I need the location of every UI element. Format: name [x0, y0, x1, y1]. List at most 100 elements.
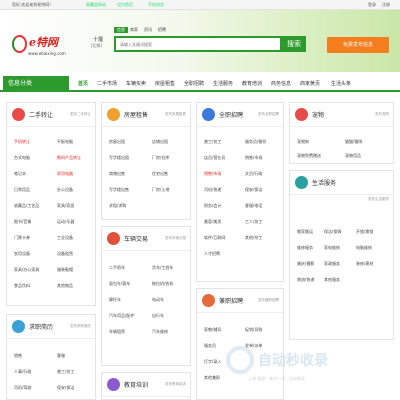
list-item[interactable]: 婚庆/摄影	[297, 261, 314, 267]
list-item[interactable]: 家电维修	[324, 245, 340, 251]
list-item[interactable]: 物流/快递	[297, 277, 314, 283]
nav-item-secondhand[interactable]: 二手市场	[97, 80, 117, 87]
post-house-link[interactable]: 发布房屋租售	[165, 112, 186, 117]
list-item[interactable]: 台式电脑	[14, 155, 30, 161]
list-item[interactable]: 求租/求购	[109, 203, 126, 209]
list-item[interactable]: 运动/乐器	[57, 219, 74, 225]
list-item[interactable]: 司机/快递	[204, 187, 221, 193]
list-item[interactable]: 其他/杂工	[245, 235, 262, 241]
card-title[interactable]: 宠物	[312, 110, 324, 119]
list-item[interactable]: 软件/互联网	[204, 235, 225, 241]
list-item[interactable]: 普工/技工	[204, 139, 221, 145]
card-title[interactable]: 二手转让	[29, 110, 53, 119]
card-title[interactable]: 生活服务	[312, 178, 336, 187]
list-item[interactable]: 家具/办公家具	[14, 267, 39, 273]
list-item[interactable]: 厂房/土地	[152, 187, 169, 193]
list-item[interactable]: 普工/技工	[57, 369, 74, 375]
list-item[interactable]: 手机转让	[14, 139, 30, 145]
list-item[interactable]: 服装鞋帽	[57, 267, 73, 273]
register-link[interactable]: 注册	[382, 2, 390, 8]
nav-item-business[interactable]: 商务信息	[271, 80, 291, 87]
list-item[interactable]: 日常用品	[14, 187, 30, 193]
search-button[interactable]: 搜索	[282, 36, 306, 52]
list-item[interactable]: 商铺出售	[109, 171, 125, 177]
list-item[interactable]: 写字楼出租	[109, 155, 129, 161]
list-item[interactable]: 拖拉机/农机	[152, 281, 173, 287]
list-item[interactable]: 保安/保洁	[57, 385, 74, 391]
list-item[interactable]: 其他物品	[57, 283, 73, 289]
card-title[interactable]: 求职简历	[29, 322, 53, 331]
card-title[interactable]: 兼职招聘	[219, 296, 243, 305]
list-item[interactable]: 搬家搬运	[297, 229, 313, 235]
list-item[interactable]: 促销/导购	[245, 327, 262, 333]
city-switch-link[interactable]: [切换]	[91, 43, 102, 49]
list-item[interactable]: 图书/音像	[14, 219, 31, 225]
list-item[interactable]: 货车/工程车	[152, 265, 173, 271]
list-item[interactable]: 财务/会计	[204, 203, 221, 209]
list-item[interactable]: 维修服务	[297, 245, 313, 251]
list-item[interactable]: 打字/录入	[204, 359, 221, 365]
list-item[interactable]: 人才招聘	[204, 251, 220, 257]
list-item[interactable]: 汽车用品/配件	[109, 313, 134, 319]
list-item[interactable]: 美容/美发	[204, 219, 221, 225]
list-item[interactable]: 保安/保洁	[245, 187, 262, 193]
list-item[interactable]: 车辆租赁	[109, 329, 125, 335]
list-item[interactable]: 销售/市场	[245, 155, 262, 161]
card-title[interactable]: 教育培训	[124, 380, 148, 389]
post-pet-link[interactable]: 发布宠物	[375, 112, 389, 117]
list-item[interactable]: 数码产品转让	[57, 155, 81, 161]
search-tab-shop[interactable]: 商家	[130, 27, 138, 33]
search-tab-news[interactable]: 资讯	[144, 27, 152, 33]
post-resume-link[interactable]: 发布求职简历	[70, 324, 91, 329]
list-item[interactable]: 食品饮料	[14, 283, 30, 289]
list-item[interactable]: 房屋出租	[109, 139, 125, 145]
list-item[interactable]: 其他兼职	[204, 375, 220, 381]
nav-item-cars[interactable]: 车辆买卖	[126, 80, 146, 87]
post-secondhand-link[interactable]: 发布二手转让	[70, 112, 91, 117]
list-item[interactable]: 服务员/餐饮	[245, 139, 266, 145]
list-item[interactable]: 厂房/仓库	[152, 155, 169, 161]
list-item[interactable]: 农用设备	[14, 251, 30, 257]
list-item[interactable]: 店铺出租	[152, 139, 168, 145]
list-item[interactable]: 宠物免费赠送	[297, 153, 321, 159]
list-item[interactable]: 笔记本	[14, 171, 26, 177]
list-item[interactable]: 文员/行政	[245, 171, 262, 177]
nav-item-house[interactable]: 房屋租售	[155, 80, 175, 87]
list-item[interactable]: 设备租赁	[57, 251, 73, 257]
card-title[interactable]: 车辆交易	[124, 234, 148, 243]
mid-link-homepage[interactable]: 设为首页	[117, 2, 133, 8]
list-item[interactable]: 面包车/客车	[109, 281, 130, 287]
card-title[interactable]: 全职招聘	[219, 110, 243, 119]
post-service-link[interactable]: 发布生活服务	[368, 197, 389, 202]
list-item[interactable]: 摩托车	[109, 297, 121, 303]
list-item[interactable]: 家教/辅导	[204, 327, 221, 333]
list-item[interactable]: 服务员	[204, 343, 216, 349]
list-item[interactable]: 自行车	[152, 313, 164, 319]
nav-item-jobs[interactable]: 全职招聘	[184, 80, 204, 87]
nav-item-services[interactable]: 生活服务	[213, 80, 233, 87]
list-item[interactable]: 销售	[14, 353, 22, 359]
nav-item-education[interactable]: 教育培训	[242, 80, 262, 87]
list-item[interactable]: 汽车维修	[152, 329, 168, 335]
post-job-link[interactable]: 发布全职招聘	[258, 112, 279, 117]
list-item[interactable]: 电脑维修	[356, 245, 372, 251]
list-item[interactable]: 家政服务	[324, 261, 340, 267]
search-tab-info[interactable]: 信息	[114, 27, 128, 33]
list-item[interactable]: 其他服务	[324, 277, 340, 283]
list-item[interactable]: 销售/市场	[204, 171, 221, 177]
list-item[interactable]: 宠物狗	[297, 139, 309, 145]
list-item[interactable]: 装修/建材	[356, 261, 373, 267]
list-item[interactable]: 宠物用品	[345, 153, 361, 159]
post-info-button[interactable]: 免费发布信息	[327, 37, 389, 53]
site-logo[interactable]: e特网 www.ebaixing.com	[12, 33, 82, 68]
login-link[interactable]: 登录	[368, 2, 376, 8]
post-parttime-link[interactable]: 发布兼职招聘	[258, 298, 279, 303]
list-item[interactable]: 开锁/换锁	[356, 229, 373, 235]
search-input[interactable]	[116, 38, 280, 50]
nav-item-headlines[interactable]: 生活头条	[331, 80, 351, 87]
list-item[interactable]: 司机/驾驶	[14, 385, 31, 391]
list-item[interactable]: 猫猫/猫咪	[345, 139, 362, 145]
list-item[interactable]: 门票卡券	[14, 235, 30, 241]
category-menu-button[interactable]: 信息分类	[3, 76, 69, 92]
mid-link-mobile[interactable]: 手机浏览	[148, 2, 164, 8]
